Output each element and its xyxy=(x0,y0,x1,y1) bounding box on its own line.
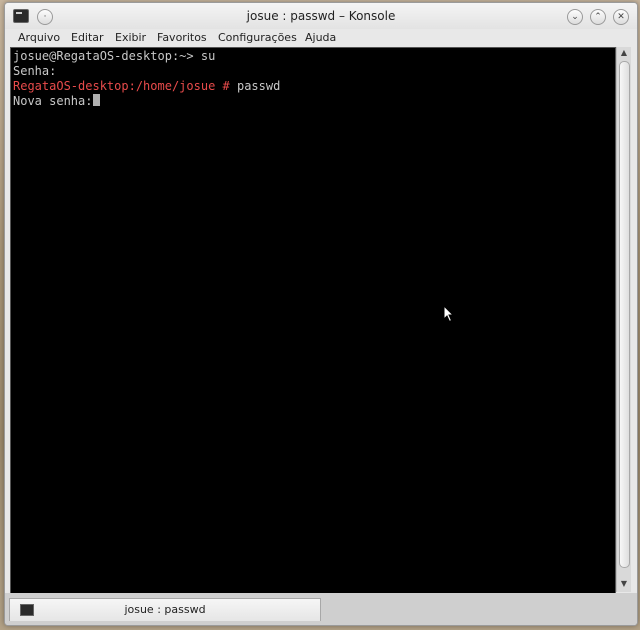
tab-bar: josue : passwd xyxy=(5,593,637,625)
terminal-line-2: Senha: xyxy=(13,64,57,78)
chevron-down-icon[interactable]: ⌄ xyxy=(567,9,583,25)
menu-arquivo[interactable]: Arquivo xyxy=(18,31,60,44)
menu-configuracoes[interactable]: Configurações xyxy=(218,31,297,44)
konsole-window: · josue : passwd – Konsole ⌄ ⌃ ✕ Arquivo… xyxy=(4,2,638,626)
terminal-line-4: Nova senha: xyxy=(13,94,101,109)
scroll-up-icon[interactable]: ▲ xyxy=(618,47,630,59)
tab-label: josue : passwd xyxy=(124,603,206,616)
menu-bar: Arquivo Editar Exibir Favoritos Configur… xyxy=(5,29,637,47)
menu-favoritos[interactable]: Favoritos xyxy=(157,31,207,44)
window-title: josue : passwd – Konsole xyxy=(246,9,396,23)
vertical-scrollbar[interactable]: ▲ ▼ xyxy=(616,47,631,592)
chevron-up-icon[interactable]: ⌃ xyxy=(590,9,606,25)
title-bar[interactable]: · josue : passwd – Konsole ⌄ ⌃ ✕ xyxy=(5,3,637,29)
passwd-command: passwd xyxy=(236,79,281,93)
terminal-area[interactable]: josue@RegataOS-desktop:~> su Senha: Rega… xyxy=(10,47,616,594)
tab-josue-passwd[interactable]: josue : passwd xyxy=(9,598,321,621)
menu-exibir[interactable]: Exibir xyxy=(115,31,146,44)
close-icon[interactable]: ✕ xyxy=(613,9,629,25)
text-cursor xyxy=(93,94,101,106)
terminal-line-3: RegataOS-desktop:/home/josue # passwd xyxy=(13,79,280,94)
menu-ajuda[interactable]: Ajuda xyxy=(305,31,336,44)
root-prompt: RegataOS-desktop:/home/josue # xyxy=(13,79,230,93)
scrollbar-thumb[interactable] xyxy=(619,61,630,568)
mouse-pointer-icon xyxy=(443,305,455,323)
scroll-down-icon[interactable]: ▼ xyxy=(618,578,630,590)
new-password-prompt: Nova senha: xyxy=(13,94,93,108)
terminal-line-1: josue@RegataOS-desktop:~> su xyxy=(13,49,216,63)
menu-editar[interactable]: Editar xyxy=(71,31,104,44)
